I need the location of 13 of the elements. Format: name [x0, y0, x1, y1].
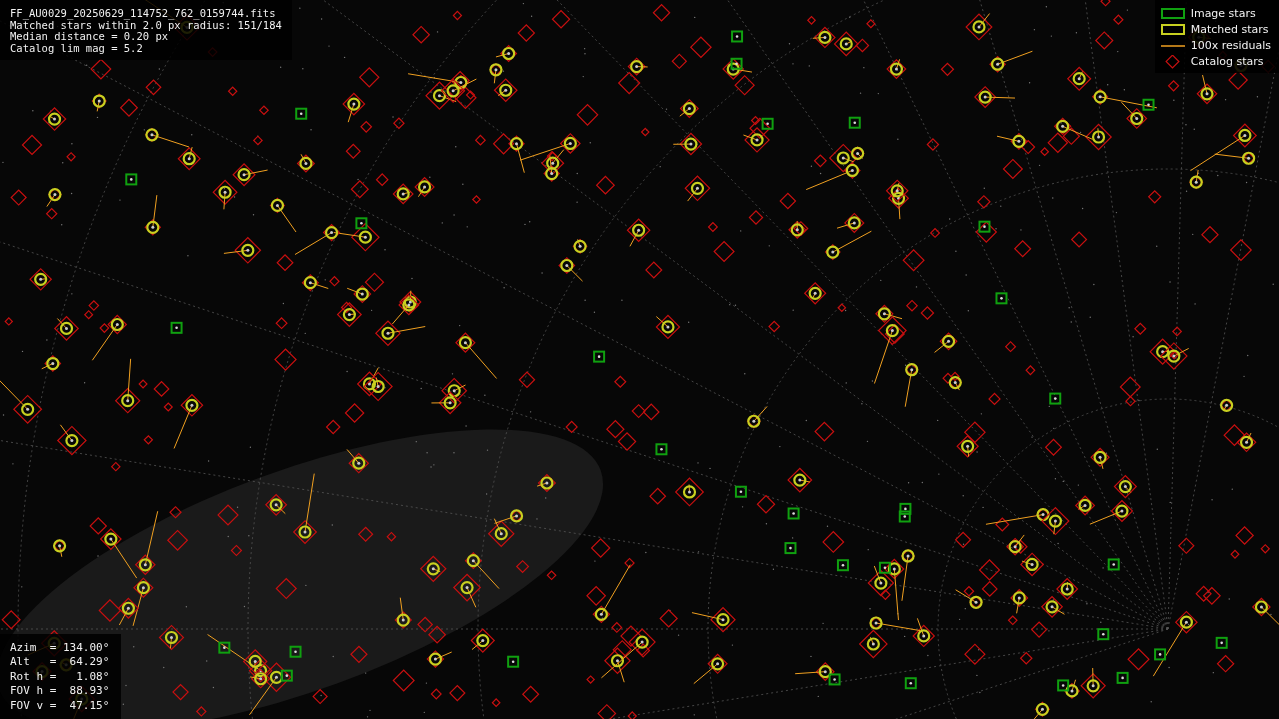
- pointing-text: FOV v = 47.15°: [10, 698, 110, 713]
- info-text: Median distance = 0.20 px: [10, 31, 169, 43]
- pointing-text: Alt = 64.29°: [10, 655, 110, 670]
- pointing-text: Azim = 134.00°: [10, 640, 110, 655]
- info-text: FF_AU0029_20250629_114752_762_0159744.fits: [10, 8, 277, 20]
- legend-label: Catalog stars: [1190, 55, 1264, 68]
- pointing-text: FOV h = 88.93°: [10, 684, 110, 699]
- legend-label: 100x residuals: [1190, 39, 1271, 52]
- info-text: Matched stars within 2.0 px radius: 151/184: [10, 19, 282, 31]
- legend-label: Matched stars: [1190, 23, 1269, 36]
- info-text: Catalog lim mag = 5.2: [10, 42, 144, 54]
- pointing-text: Rot h = 1.08°: [10, 669, 110, 684]
- legend-label: Image stars: [1190, 7, 1256, 20]
